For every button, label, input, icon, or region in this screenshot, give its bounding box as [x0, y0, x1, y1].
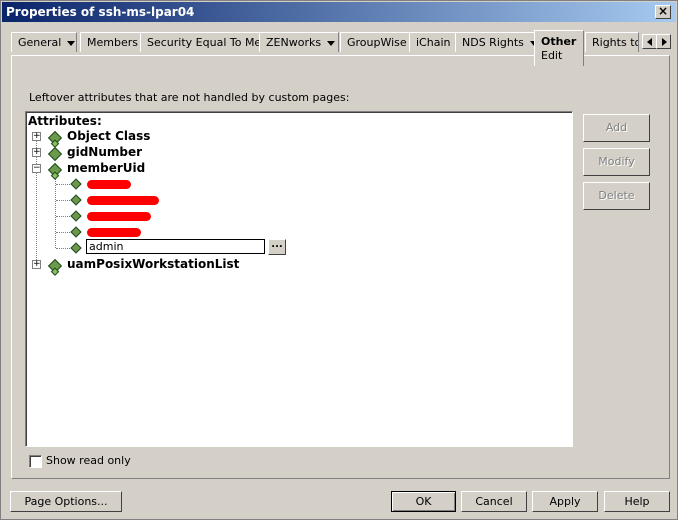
tab-zenworks-label: ZENworks — [266, 36, 322, 49]
tab-groupwise-label: GroupWise — [347, 36, 407, 49]
modify-button[interactable]: Modify — [583, 148, 650, 176]
title-bar: Properties of ssh-ms-lpar04 × — [2, 2, 676, 22]
tab-groupwise[interactable]: GroupWise — [340, 32, 413, 52]
tab-rights-to[interactable]: Rights to — [585, 32, 639, 52]
tree-line — [56, 184, 70, 186]
help-button[interactable]: Help — [604, 491, 670, 512]
tab-members-label: Members — [87, 36, 138, 49]
show-read-only-checkbox[interactable] — [29, 455, 42, 468]
tab-zenworks[interactable]: ZENworks — [259, 32, 339, 52]
tab-nds-rights[interactable]: NDS Rights — [455, 32, 543, 52]
window-title: Properties of ssh-ms-lpar04 — [6, 5, 195, 19]
tab-ichain-label: iChain — [416, 36, 451, 49]
value-icon — [70, 178, 82, 190]
attr-memberuid[interactable]: memberUid — [67, 160, 145, 176]
close-icon: × — [657, 4, 669, 18]
leftover-label: Leftover attributes that are not handled… — [29, 91, 350, 104]
expand-uamposix-icon[interactable]: + — [32, 260, 41, 269]
attr-gidnumber[interactable]: gidNumber — [67, 144, 142, 160]
value-icon — [70, 194, 82, 206]
tree-line — [56, 232, 70, 234]
close-button[interactable]: × — [655, 5, 671, 19]
attributes-tree[interactable]: Attributes: + Object Class + gidNumber −… — [25, 111, 573, 447]
expand-gidnumber-icon[interactable]: + — [32, 148, 41, 157]
value-icon — [70, 210, 82, 222]
arrow-right-icon — [662, 38, 667, 46]
value-icon — [70, 242, 82, 254]
tree-line — [56, 200, 70, 202]
attribute-icon — [47, 258, 63, 274]
tab-ichain[interactable]: iChain — [409, 32, 457, 52]
tab-general-label: General — [18, 36, 62, 49]
tab-other-sublabel: Edit — [541, 49, 563, 62]
tree-header: Attributes: — [28, 114, 102, 128]
tab-security-equal[interactable]: Security Equal To Me — [140, 32, 263, 52]
arrow-left-icon — [647, 38, 652, 46]
tab-nds-rights-label: NDS Rights — [462, 36, 524, 49]
tab-rights-to-label: Rights to — [592, 36, 639, 49]
tab-general[interactable]: General — [11, 32, 77, 52]
redacted-value[interactable] — [87, 228, 141, 237]
redacted-value[interactable] — [87, 196, 159, 205]
member-value-input[interactable]: admin — [86, 239, 265, 254]
tree-line — [56, 216, 70, 218]
attribute-icon — [47, 146, 63, 162]
tab-other[interactable]: Other Edit — [534, 30, 584, 66]
tab-security-label: Security Equal To Me — [147, 36, 262, 49]
value-icon — [70, 226, 82, 238]
tab-other-label: Other — [541, 35, 577, 48]
tab-members[interactable]: Members — [80, 32, 142, 52]
dropdown-arrow-icon — [67, 40, 76, 46]
dropdown-arrow-icon — [327, 40, 336, 46]
cancel-button[interactable]: Cancel — [461, 491, 527, 512]
expand-object-class-icon[interactable]: + — [32, 132, 41, 141]
attribute-icon — [47, 130, 63, 146]
apply-button[interactable]: Apply — [532, 491, 598, 512]
page-options-button[interactable]: Page Options... — [10, 491, 122, 512]
attr-object-class[interactable]: Object Class — [67, 128, 150, 144]
delete-button[interactable]: Delete — [583, 182, 650, 210]
attr-uamposixworkstationlist[interactable]: uamPosixWorkstationList — [67, 256, 239, 272]
browse-button[interactable]: ... — [268, 239, 286, 255]
add-button[interactable]: Add — [583, 114, 650, 142]
ok-button[interactable]: OK — [391, 491, 456, 512]
tab-strip: General Members Security Equal To Me ZEN… — [11, 30, 671, 66]
tab-scroll-left-button[interactable] — [642, 34, 657, 49]
attribute-icon — [47, 162, 63, 178]
collapse-memberuid-icon[interactable]: − — [32, 164, 41, 173]
tree-line — [56, 248, 70, 250]
properties-window: Properties of ssh-ms-lpar04 × General Me… — [0, 0, 678, 520]
redacted-value[interactable] — [87, 212, 151, 221]
redacted-value[interactable] — [87, 180, 131, 189]
show-read-only-label[interactable]: Show read only — [46, 454, 131, 467]
tab-scroll-right-button[interactable] — [656, 34, 671, 49]
